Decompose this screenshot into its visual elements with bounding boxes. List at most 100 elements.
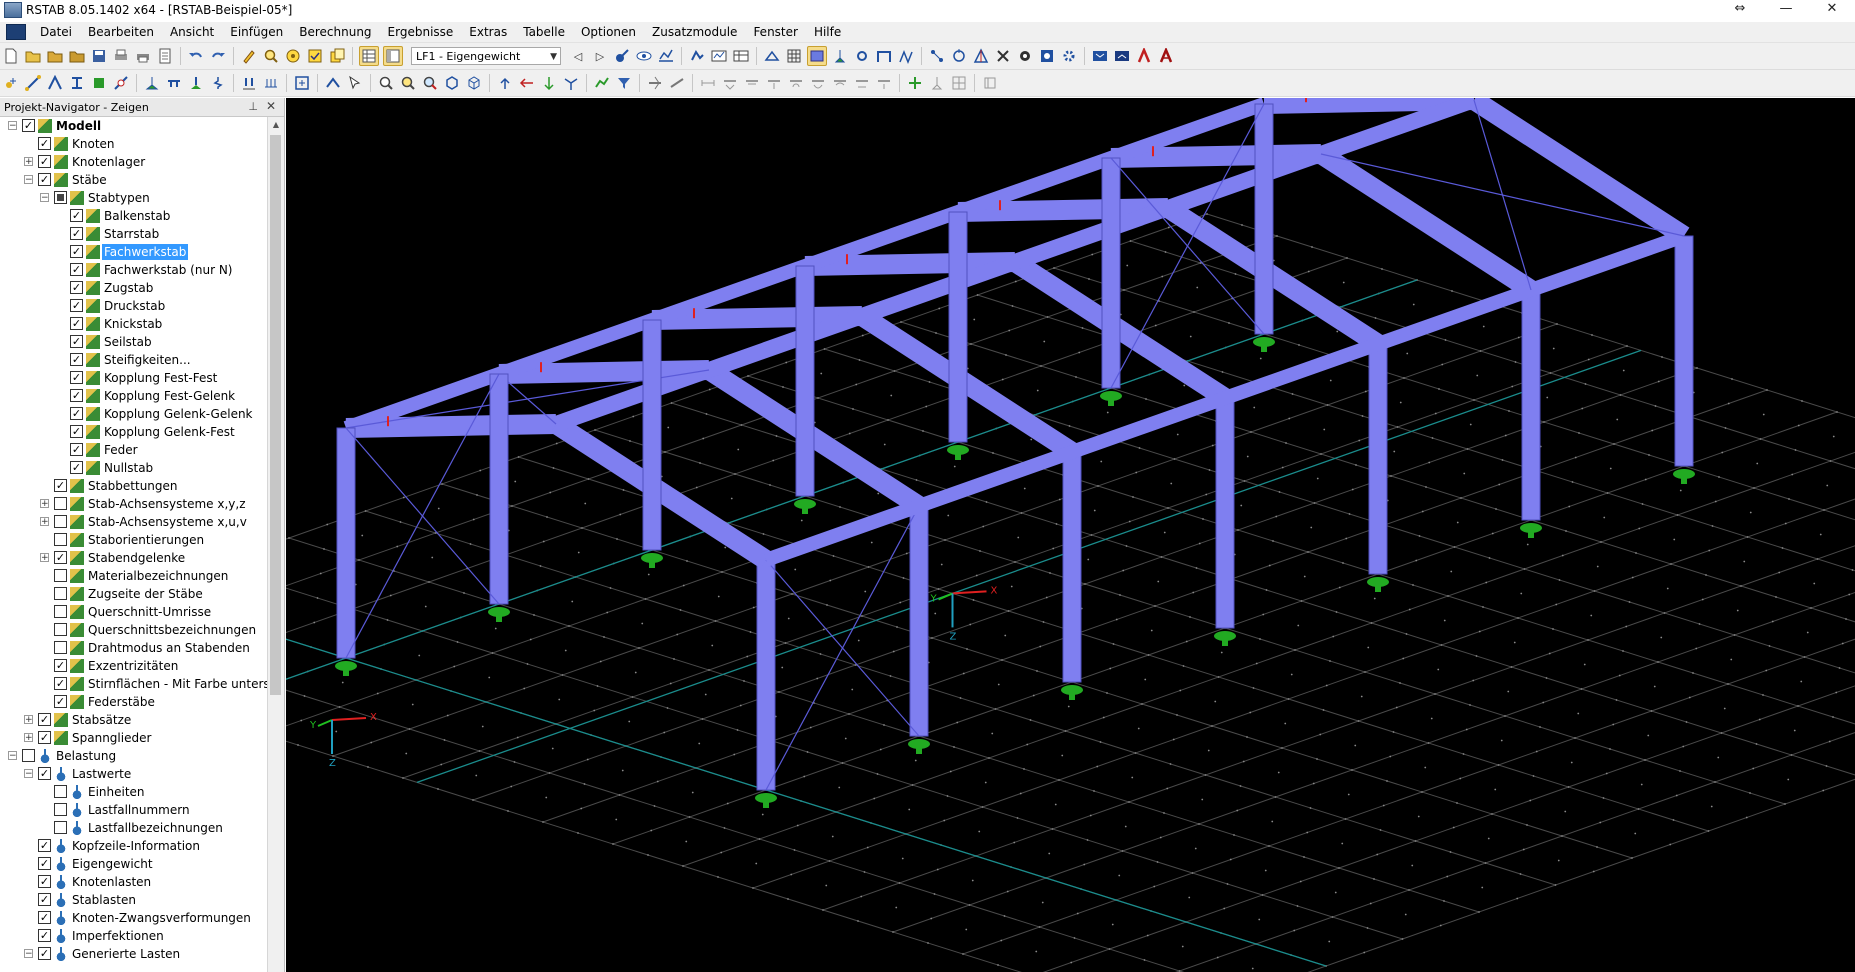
member-load-icon[interactable] bbox=[262, 74, 280, 92]
moment-mz-icon[interactable] bbox=[831, 74, 849, 92]
target-icon[interactable] bbox=[284, 47, 302, 65]
add-node-icon[interactable] bbox=[906, 74, 924, 92]
minimize-icon[interactable]: — bbox=[1763, 0, 1809, 20]
print-graphic-icon[interactable] bbox=[134, 47, 152, 65]
tree-checkbox[interactable]: ✓ bbox=[70, 335, 83, 348]
box-view-icon[interactable] bbox=[443, 74, 461, 92]
tree-item-seilstab[interactable]: ✓ Seilstab bbox=[0, 333, 284, 351]
tree-checkbox[interactable]: ✓ bbox=[54, 695, 67, 708]
axis-x-view-icon[interactable] bbox=[496, 74, 514, 92]
check-model-icon[interactable] bbox=[306, 47, 324, 65]
tree-checkbox[interactable]: ✓ bbox=[38, 713, 51, 726]
axis-xyz-view-icon[interactable] bbox=[562, 74, 580, 92]
tree-checkbox[interactable] bbox=[54, 605, 67, 618]
tree-item-staborientierungen[interactable]: Staborientierungen bbox=[0, 531, 284, 549]
next-load-case-icon[interactable]: ▷ bbox=[591, 47, 609, 65]
tree-item-querschnitt-umrisse[interactable]: Querschnitt-Umrisse bbox=[0, 603, 284, 621]
tree-checkbox[interactable]: ✓ bbox=[70, 425, 83, 438]
tree-checkbox[interactable]: ✓ bbox=[70, 389, 83, 402]
tree-checkbox[interactable] bbox=[54, 497, 67, 510]
results-display-icon[interactable] bbox=[593, 74, 611, 92]
rotate-icon[interactable] bbox=[950, 47, 968, 65]
previous-load-case-icon[interactable]: ◁ bbox=[569, 47, 587, 65]
zoom-icon[interactable] bbox=[421, 74, 439, 92]
supports-list-icon[interactable] bbox=[928, 74, 946, 92]
tree-item-kopplung-gelenk-fest[interactable]: ✓ Kopplung Gelenk-Fest bbox=[0, 423, 284, 441]
tree-checkbox[interactable]: ✓ bbox=[38, 947, 51, 960]
collapse-icon[interactable]: − bbox=[40, 193, 49, 203]
tree-checkbox[interactable]: ✓ bbox=[38, 731, 51, 744]
pdf-report-icon[interactable] bbox=[1157, 47, 1175, 65]
tree-checkbox[interactable] bbox=[54, 569, 67, 582]
tree-item-steifigkeiten[interactable]: ✓ Steifigkeiten... bbox=[0, 351, 284, 369]
tree-item-stabendgelenke[interactable]: + ✓ Stabendgelenke bbox=[0, 549, 284, 567]
tree-checkbox[interactable]: ✓ bbox=[54, 677, 67, 690]
tree-checkbox[interactable]: ✓ bbox=[70, 407, 83, 420]
force-vz-icon[interactable] bbox=[765, 74, 783, 92]
tree-checkbox[interactable] bbox=[22, 749, 35, 762]
nodal-support-icon[interactable] bbox=[143, 74, 161, 92]
calculate-all-icon[interactable] bbox=[710, 47, 728, 65]
tree-item-stabsätze[interactable]: + ✓ Stabsätze bbox=[0, 711, 284, 729]
tree-checkbox[interactable]: ✓ bbox=[22, 119, 35, 132]
new-cross-section-icon[interactable] bbox=[68, 74, 86, 92]
tree-checkbox[interactable] bbox=[54, 785, 67, 798]
display-icon[interactable] bbox=[1038, 47, 1056, 65]
scroll-up-icon[interactable]: ▲ bbox=[268, 117, 284, 133]
tree-item-federstäbe[interactable]: ✓ Federstäbe bbox=[0, 693, 284, 711]
tree-checkbox[interactable]: ✓ bbox=[70, 353, 83, 366]
menu-ansicht[interactable]: Ansicht bbox=[162, 22, 222, 42]
tree-item-modell[interactable]: − ✓ Modell bbox=[0, 117, 284, 135]
tree-item-spannglieder[interactable]: + ✓ Spannglieder bbox=[0, 729, 284, 747]
tree-item-kopfzeile-information[interactable]: ✓ Kopfzeile-Information bbox=[0, 837, 284, 855]
expand-icon[interactable]: + bbox=[24, 157, 33, 167]
visibility-icon[interactable] bbox=[646, 74, 664, 92]
tree-checkbox[interactable]: ✓ bbox=[38, 911, 51, 924]
force-vy-icon[interactable] bbox=[743, 74, 761, 92]
select-icon[interactable] bbox=[346, 74, 364, 92]
tree-item-exzentrizitäten[interactable]: ✓ Exzentrizitäten bbox=[0, 657, 284, 675]
tree-item-stab-achsensysteme-x-y-z[interactable]: + Stab-Achsensysteme x,y,z bbox=[0, 495, 284, 513]
tree-item-stabtypen[interactable]: − Stabtypen bbox=[0, 189, 284, 207]
tree-item-kopplung-gelenk-gelenk[interactable]: ✓ Kopplung Gelenk-Gelenk bbox=[0, 405, 284, 423]
result-table-icon[interactable] bbox=[732, 47, 750, 65]
tree-checkbox[interactable]: ✓ bbox=[54, 479, 67, 492]
force-py-icon[interactable] bbox=[853, 74, 871, 92]
menu-fenster[interactable]: Fenster bbox=[745, 22, 806, 42]
tree-checkbox[interactable] bbox=[54, 821, 67, 834]
tree-item-stablasten[interactable]: ✓ Stablasten bbox=[0, 891, 284, 909]
tree-checkbox[interactable]: ✓ bbox=[38, 875, 51, 888]
zoom-all-icon[interactable] bbox=[377, 74, 395, 92]
menu-extras[interactable]: Extras bbox=[461, 22, 515, 42]
tree-checkbox[interactable] bbox=[54, 623, 67, 636]
results-on-off-icon[interactable] bbox=[613, 47, 631, 65]
panel-view-icon[interactable] bbox=[383, 46, 403, 66]
tree-checkbox[interactable]: ✓ bbox=[70, 227, 83, 240]
new-hinge-icon[interactable] bbox=[112, 74, 130, 92]
elastic-support-icon[interactable] bbox=[209, 74, 227, 92]
new-member-set-icon[interactable] bbox=[46, 74, 64, 92]
tree-checkbox[interactable] bbox=[54, 191, 67, 204]
tree-checkbox[interactable]: ✓ bbox=[54, 659, 67, 672]
zoom-window-icon[interactable] bbox=[399, 74, 417, 92]
print-icon[interactable] bbox=[112, 47, 130, 65]
undo-icon[interactable] bbox=[187, 47, 205, 65]
collapse-icon[interactable]: − bbox=[8, 751, 17, 761]
tree-item-materialbezeichnungen[interactable]: Materialbezeichnungen bbox=[0, 567, 284, 585]
menu-zusatzmodule[interactable]: Zusatzmodule bbox=[644, 22, 745, 42]
axis-y-view-icon[interactable] bbox=[518, 74, 536, 92]
dimension-icon[interactable] bbox=[928, 47, 946, 65]
navigator-scrollbar[interactable]: ▲ bbox=[267, 117, 284, 972]
section-icon[interactable] bbox=[668, 74, 686, 92]
tree-checkbox[interactable]: ✓ bbox=[70, 245, 83, 258]
tree-item-eigengewicht[interactable]: ✓ Eigengewicht bbox=[0, 855, 284, 873]
menu-ergebnisse[interactable]: Ergebnisse bbox=[380, 22, 462, 42]
export-icon[interactable] bbox=[1091, 47, 1109, 65]
menu-tabelle[interactable]: Tabelle bbox=[515, 22, 573, 42]
menu-optionen[interactable]: Optionen bbox=[573, 22, 644, 42]
tree-checkbox[interactable]: ✓ bbox=[70, 371, 83, 384]
tree-checkbox[interactable]: ✓ bbox=[70, 443, 83, 456]
layers-icon[interactable] bbox=[981, 74, 999, 92]
pin-icon[interactable]: ⊥ bbox=[248, 100, 258, 113]
restore-icon[interactable]: ⇔ bbox=[1717, 0, 1763, 20]
